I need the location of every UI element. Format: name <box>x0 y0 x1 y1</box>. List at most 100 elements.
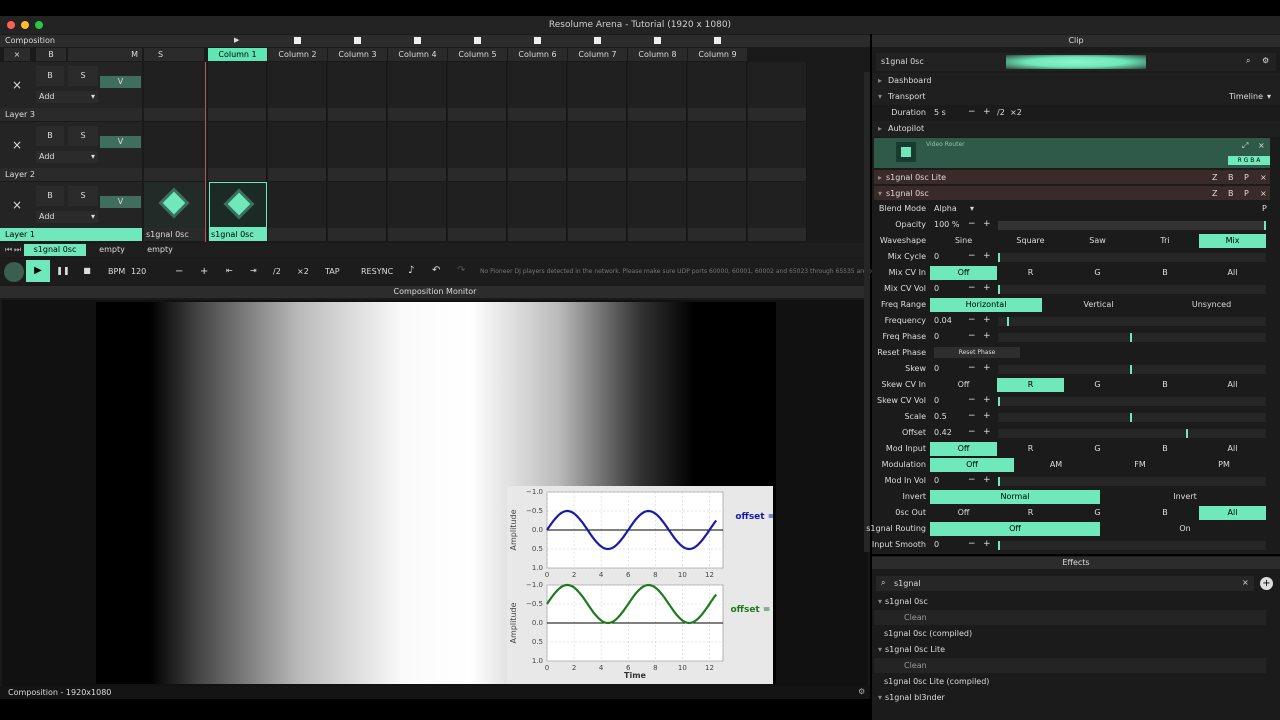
clip-slot-label[interactable] <box>208 108 267 121</box>
clip-slot-label[interactable] <box>448 108 507 121</box>
lite-b-button[interactable]: B <box>1228 173 1234 182</box>
deck-prev-icon[interactable]: ⏮ <box>5 245 12 255</box>
invert-option-1[interactable]: Invert <box>1100 490 1270 504</box>
effect-lite-header[interactable]: ▸ s1gnal 0sc Lite Z B P × <box>874 170 1270 184</box>
clip-slot[interactable] <box>628 62 687 108</box>
clip-slot[interactable] <box>208 122 267 168</box>
clip-slot-label[interactable] <box>508 108 567 121</box>
clip-slot[interactable] <box>688 122 747 168</box>
layer-name[interactable]: Layer 3 <box>0 108 142 121</box>
modulation-option-0[interactable]: Off <box>930 458 1014 472</box>
mod-input-option-4[interactable]: All <box>1199 442 1266 456</box>
mix-cv-in-option-1[interactable]: R <box>997 266 1064 280</box>
clip-slot[interactable] <box>448 62 507 108</box>
column-header-2[interactable]: Column 2 <box>268 48 327 61</box>
duration-value[interactable]: 5 s <box>934 108 946 117</box>
effect-list-item[interactable]: ▾ s1gnal 0sc <box>874 594 1266 609</box>
mix-cv-vol-value[interactable]: 0 <box>934 284 939 293</box>
layer-add-dropdown[interactable]: Add ▾ <box>36 91 98 103</box>
search-icon[interactable]: ⌕ <box>1246 56 1250 66</box>
column-header-8[interactable]: Column 8 <box>628 48 687 61</box>
freq-phase-value[interactable]: 0 <box>934 332 939 341</box>
mix-cv-vol-plus[interactable]: + <box>983 283 991 293</box>
column-stop-icon[interactable] <box>354 37 361 44</box>
clip-slot-label[interactable] <box>628 168 687 181</box>
skew-plus[interactable]: + <box>983 363 991 373</box>
clip-slot[interactable] <box>208 62 267 108</box>
layer-add-dropdown[interactable]: Add ▾ <box>36 211 98 223</box>
lite-z-button[interactable]: Z <box>1212 173 1217 182</box>
column-header-5[interactable]: Column 5 <box>448 48 507 61</box>
clip-slot-label[interactable] <box>568 228 627 241</box>
clip-slot[interactable] <box>628 182 687 228</box>
clip-slot[interactable] <box>144 122 206 168</box>
osc-out-option-4[interactable]: All <box>1199 506 1266 520</box>
scale-value[interactable]: 0.5 <box>934 412 947 421</box>
mix-cycle-plus[interactable]: + <box>983 251 991 261</box>
master-clear-button[interactable]: × <box>4 48 30 61</box>
clip-slot-label[interactable] <box>388 168 447 181</box>
clip-slot-label[interactable] <box>508 228 567 241</box>
duration-plus[interactable]: + <box>983 107 991 117</box>
clip-slot[interactable] <box>568 62 627 108</box>
osc-out-option-2[interactable]: G <box>1064 506 1131 520</box>
video-router-rgba[interactable]: R G B A <box>1228 156 1270 165</box>
clear-search-icon[interactable]: × <box>1242 578 1249 587</box>
effect-osc-header[interactable]: ▾ s1gnal 0sc Z B P × <box>874 186 1270 200</box>
input-smooth-value[interactable]: 0 <box>934 540 939 549</box>
skew-cv-vol-plus[interactable]: + <box>983 395 991 405</box>
mix-cv-in-option-0[interactable]: Off <box>930 266 997 280</box>
metronome-icon[interactable] <box>4 262 24 282</box>
master-m-button[interactable]: M <box>68 48 142 61</box>
expand-icon[interactable]: ⤢ <box>1242 141 1248 151</box>
skew-cv-in-option-0[interactable]: Off <box>930 378 997 392</box>
frequency-slider[interactable] <box>998 317 1266 326</box>
clip-thumb[interactable] <box>209 182 267 228</box>
skew-cv-vol-minus[interactable]: − <box>968 395 976 405</box>
waveshape-option-2[interactable]: Saw <box>1064 234 1131 248</box>
section-autopilot[interactable]: ▸ Autopilot <box>872 121 1280 137</box>
scale-slider[interactable] <box>998 413 1266 422</box>
effects-search[interactable]: ⌕ s1gnal × <box>876 576 1254 591</box>
opacity-value[interactable]: 100 % <box>934 220 959 229</box>
clip-slot[interactable] <box>508 62 567 108</box>
opacity-slider[interactable] <box>998 221 1266 230</box>
section-dashboard[interactable]: ▸ Dashboard <box>872 73 1280 89</box>
deck-next-icon[interactable]: ⏭ <box>14 245 21 255</box>
zoom-window-button[interactable] <box>35 21 43 29</box>
skew-minus[interactable]: − <box>968 363 976 373</box>
layer-solo-button[interactable]: S <box>68 66 98 86</box>
clip-slot[interactable] <box>144 62 206 108</box>
clip-slot[interactable] <box>568 182 627 228</box>
mix-cycle-slider[interactable] <box>998 253 1266 262</box>
frequency-minus[interactable]: − <box>968 315 976 325</box>
scale-plus[interactable]: + <box>983 411 991 421</box>
offset-plus[interactable]: + <box>983 427 991 437</box>
mod-in-vol-slider[interactable] <box>998 477 1266 486</box>
mod-in-vol-minus[interactable]: − <box>968 475 976 485</box>
effect-list-item[interactable]: ▾ s1gnal 0sc Lite <box>874 642 1266 657</box>
layer-clear-icon[interactable]: × <box>4 132 30 158</box>
layer-video-button[interactable]: V <box>100 76 141 88</box>
mod-input-option-1[interactable]: R <box>997 442 1064 456</box>
effects-search-input[interactable]: s1gnal <box>894 579 921 588</box>
column-stop-icon[interactable] <box>654 37 661 44</box>
effect-list-item[interactable]: s1gnal 0sc Lite (compiled) <box>874 674 1266 689</box>
blend-p-button[interactable]: P <box>1262 204 1267 213</box>
effect-list-item[interactable]: s1gnal 0sc (compiled) <box>874 626 1266 641</box>
waveshape-option-4[interactable]: Mix <box>1199 234 1266 248</box>
frequency-plus[interactable]: + <box>983 315 991 325</box>
pause-icon[interactable]: ❚❚ <box>53 260 73 282</box>
mix-cv-vol-slider[interactable] <box>998 285 1266 294</box>
layer-solo-button[interactable]: S <box>68 186 98 206</box>
clip-slot-label[interactable] <box>144 168 206 181</box>
bpm-minus-button[interactable]: − <box>175 266 183 277</box>
mod-input-option-2[interactable]: G <box>1064 442 1131 456</box>
layer-bypass-button[interactable]: B <box>36 186 64 206</box>
opacity-minus[interactable]: − <box>968 219 976 229</box>
deck-tab-2[interactable]: empty <box>88 244 136 256</box>
offset-minus[interactable]: − <box>968 427 976 437</box>
clip-slot-label[interactable] <box>748 108 807 121</box>
column-header-4[interactable]: Column 4 <box>388 48 447 61</box>
deck-tab-3[interactable]: empty <box>138 244 182 256</box>
